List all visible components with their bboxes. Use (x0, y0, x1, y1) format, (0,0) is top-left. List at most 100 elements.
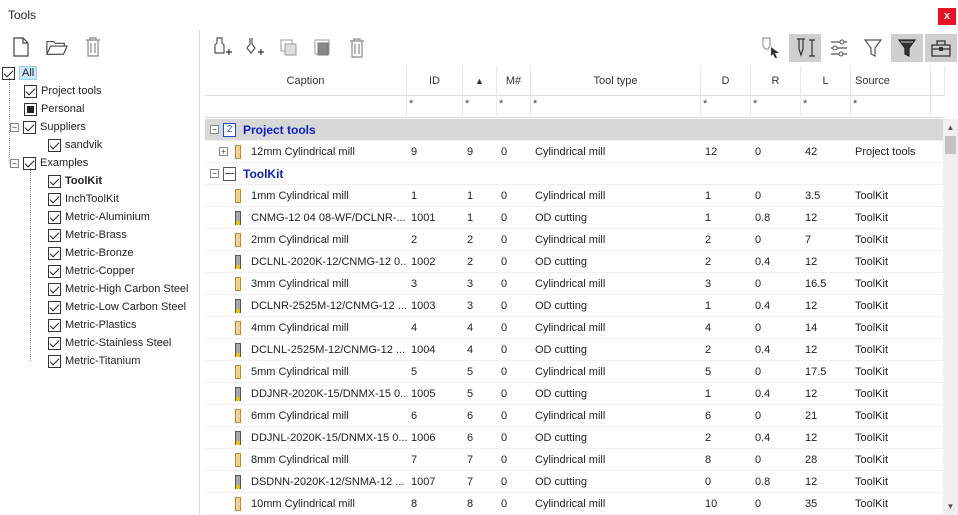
scroll-up-arrow-icon[interactable]: ▲ (943, 119, 958, 136)
checkbox[interactable] (48, 138, 61, 152)
filter-cell-id[interactable]: * (407, 96, 463, 118)
pick-tool-icon[interactable] (755, 34, 787, 62)
filter-cell-l[interactable]: * (801, 96, 851, 118)
cell-caption: 6mm Cylindrical mill (251, 410, 349, 422)
new-tool-icon[interactable] (207, 34, 239, 62)
checkbox[interactable] (48, 264, 61, 278)
expand-icon[interactable]: + (219, 147, 228, 156)
cylindrical-mill-icon (235, 321, 241, 335)
scroll-down-arrow-icon[interactable]: ▼ (943, 498, 958, 515)
table-row[interactable]: +12mm Cylindrical mill 9 9 0 Cylindrical mil… (205, 141, 943, 163)
cell-caption: 8mm Cylindrical mill (251, 454, 349, 466)
table-row[interactable]: 6mm Cylindrical mill 6 6 0 Cylindrical mill 6… (205, 405, 943, 427)
table-row[interactable]: CNMG-12 04 08-WF/DCLNR-... 1001 1 0 OD cutti… (205, 207, 943, 229)
tree-item-all[interactable]: All (2, 64, 38, 82)
tree-item-metric-plastics[interactable]: Metric-Plastics (48, 316, 137, 334)
table-row[interactable]: 10mm Cylindrical mill 8 8 0 Cylindrical mill… (205, 493, 943, 515)
columns-settings-icon[interactable] (823, 34, 855, 62)
filter-cell-m[interactable]: * (497, 96, 531, 118)
tree-item-sandvik[interactable]: sandvik (48, 136, 102, 154)
table-row[interactable]: DCLNL-2020K-12/CNMG-12 0... 1002 2 0 OD cutt… (205, 251, 943, 273)
table-row[interactable]: DCLNR-2525M-12/CNMG-12 ... 1003 3 0 OD cutti… (205, 295, 943, 317)
filter-active-icon[interactable] (891, 34, 923, 62)
checkbox[interactable] (48, 228, 61, 242)
checkbox[interactable] (24, 102, 37, 116)
tree-item-metric-high-carbon-steel[interactable]: Metric-High Carbon Steel (48, 280, 189, 298)
tool-dimensions-icon[interactable] (789, 34, 821, 62)
checkbox[interactable] (48, 318, 61, 332)
table-row[interactable]: DDJNL-2020K-15/DNMX-15 0... 1006 6 0 OD cutt… (205, 427, 943, 449)
column-header-source[interactable]: Source (851, 66, 931, 96)
checkbox[interactable] (48, 354, 61, 368)
tree-item-metric-stainless-steel[interactable]: Metric-Stainless Steel (48, 334, 171, 352)
column-header-m[interactable]: M# (497, 66, 531, 96)
group-row[interactable]: −2 Project tools (205, 119, 943, 141)
column-header-r[interactable]: R (751, 66, 801, 96)
column-header-type[interactable]: Tool type (531, 66, 701, 96)
table-row[interactable]: 3mm Cylindrical mill 3 3 0 Cylindrical mill 3… (205, 273, 943, 295)
filter-cell-r[interactable]: * (751, 96, 801, 118)
collapse-icon[interactable]: − (10, 122, 19, 132)
table-row[interactable]: 8mm Cylindrical mill 7 7 0 Cylindrical mill 8… (205, 449, 943, 471)
table-row[interactable]: DSDNN-2020K-12/SNMA-12 ... 1007 7 0 OD cutti… (205, 471, 943, 493)
checkbox[interactable] (48, 300, 61, 314)
tree-item-suppliers[interactable]: − Suppliers (10, 118, 86, 136)
open-folder-icon[interactable] (46, 36, 68, 58)
checkbox[interactable] (48, 174, 61, 188)
paste-icon[interactable] (307, 34, 339, 62)
copy-icon[interactable] (273, 34, 305, 62)
column-header-caption[interactable]: Caption (205, 66, 407, 96)
filter-cell-caption[interactable] (205, 96, 407, 118)
tree-item-toolkit[interactable]: ToolKit (48, 172, 102, 190)
tree-item-personal[interactable]: Personal (24, 100, 84, 118)
collapse-icon[interactable]: − (10, 158, 19, 168)
filter-cell-d[interactable]: * (701, 96, 751, 118)
cell-d: 1 (705, 190, 712, 202)
tree-item-metric-low-carbon-steel[interactable]: Metric-Low Carbon Steel (48, 298, 186, 316)
checkbox[interactable] (48, 192, 61, 206)
group-row[interactable]: − ToolKit (205, 163, 943, 185)
tree-item-metric-bronze[interactable]: Metric-Bronze (48, 244, 133, 262)
new-tool-holder-icon[interactable] (239, 34, 271, 62)
checkbox[interactable] (48, 246, 61, 260)
table-row[interactable]: 2mm Cylindrical mill 2 2 0 Cylindrical mill 2… (205, 229, 943, 251)
toolbox-icon[interactable] (925, 34, 957, 62)
table-row[interactable]: 1mm Cylindrical mill 1 1 0 Cylindrical mill 1… (205, 185, 943, 207)
checkbox[interactable] (48, 282, 61, 296)
cell-caption: DDJNL-2020K-15/DNMX-15 0... (251, 432, 407, 444)
scroll-thumb[interactable] (945, 136, 956, 154)
cell-l: 12 (805, 256, 818, 268)
checkbox[interactable] (48, 336, 61, 350)
filter-cell-type[interactable]: * (531, 96, 701, 118)
filter-cell-source[interactable]: * (851, 96, 931, 118)
table-row[interactable]: DCLNL-2525M-12/CNMG-12 ... 1004 4 0 OD cutti… (205, 339, 943, 361)
checkbox[interactable] (23, 120, 36, 134)
tree-item-metric-titanium[interactable]: Metric-Titanium (48, 352, 140, 370)
vertical-scrollbar[interactable]: ▲ ▼ (943, 119, 958, 515)
tree-item-metric-copper[interactable]: Metric-Copper (48, 262, 135, 280)
column-header-sort[interactable]: ▲ (463, 66, 497, 96)
cell-l: 12 (805, 388, 818, 400)
filter-icon[interactable] (857, 34, 889, 62)
table-row[interactable]: 5mm Cylindrical mill 5 5 0 Cylindrical mill 5… (205, 361, 943, 383)
tree-item-project-tools[interactable]: Project tools (24, 82, 102, 100)
column-header-id[interactable]: ID (407, 66, 463, 96)
tree-item-metric-brass[interactable]: Metric-Brass (48, 226, 127, 244)
checkbox[interactable] (48, 210, 61, 224)
tree-item-metric-aluminium[interactable]: Metric-Aluminium (48, 208, 150, 226)
delete-trash-icon[interactable] (341, 34, 373, 62)
table-row[interactable]: 4mm Cylindrical mill 4 4 0 Cylindrical mill 4… (205, 317, 943, 339)
checkbox[interactable] (24, 84, 37, 98)
column-header-l[interactable]: L (801, 66, 851, 96)
column-header-d[interactable]: D (701, 66, 751, 96)
close-button[interactable]: x (938, 8, 956, 25)
collapse-icon[interactable]: − (210, 125, 219, 134)
delete-trash-icon[interactable] (82, 36, 104, 58)
new-file-icon[interactable] (10, 36, 32, 58)
tree-item-examples[interactable]: − Examples (10, 154, 88, 172)
filter-cell-sort[interactable]: * (463, 96, 497, 118)
cylindrical-mill-icon (235, 453, 241, 467)
tree-item-inchtoolkit[interactable]: InchToolKit (48, 190, 119, 208)
table-row[interactable]: DDJNR-2020K-15/DNMX-15 0... 1005 5 0 OD cutt… (205, 383, 943, 405)
collapse-icon[interactable]: − (210, 169, 219, 178)
